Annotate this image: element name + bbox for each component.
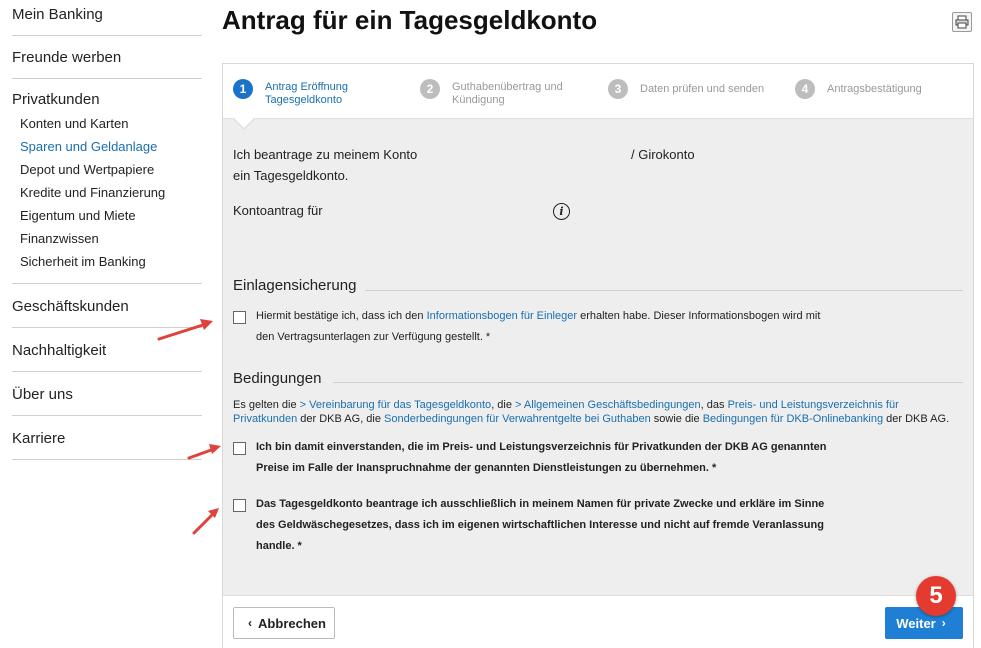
step-1-number: 1 [233, 79, 253, 99]
eigene-rechnung-line1: Das Tagesgeldkonto beantrage ich ausschl… [256, 498, 825, 510]
eigene-rechnung-text: Das Tagesgeldkonto beantrage ich ausschl… [256, 494, 824, 557]
eigene-rechnung-line3: handle. * [256, 540, 302, 552]
cancel-button[interactable]: ‹ Abbrechen [233, 607, 335, 639]
section-einlagensicherung-heading: Einlagensicherung [233, 277, 357, 294]
link-preisverzeichnis-privatkunden[interactable]: Privatkunden [233, 413, 297, 425]
step-3-label: Daten prüfen und senden [640, 83, 765, 95]
step-badge: 5 [916, 576, 956, 616]
nav-item-sicherheit-banking[interactable]: Sicherheit im Banking [12, 250, 202, 273]
nav-freunde-werben[interactable]: Freunde werben [12, 36, 202, 79]
einlagensicherung-text-line2: den Vertragsunterlagen zur Verfügung ges… [256, 331, 491, 343]
nav-item-finanzwissen[interactable]: Finanzwissen [12, 227, 202, 250]
kontoantrag-label: Kontoantrag für [233, 203, 323, 218]
bedingungen-paragraph: Es gelten die > Vereinbarung für das Tag… [233, 399, 950, 425]
cancel-button-label: Abbrechen [258, 615, 326, 631]
preisverzeichnis-consent-line1: Ich bin damit einverstanden, die im Prei… [256, 441, 827, 453]
preisverzeichnis-consent-text: Ich bin damit einverstanden, die im Prei… [256, 437, 826, 479]
form-footer: ‹ Abbrechen Weiter › [223, 595, 973, 648]
nav-privatkunden[interactable]: Privatkunden [12, 91, 202, 108]
link-vereinbarung-tagesgeldkonto[interactable]: > Vereinbarung für das Tagesgeldkonto [300, 399, 492, 411]
step-2-number: 2 [420, 79, 440, 99]
print-icon[interactable] [952, 12, 972, 32]
annotation-arrow-icon [187, 444, 221, 460]
nav-group-privatkunden: Privatkunden Konten und Karten Sparen un… [12, 79, 202, 284]
section-divider [333, 382, 963, 383]
link-informationsbogen[interactable]: Informationsbogen für Einleger [427, 310, 577, 322]
intro-line2: ein Tagesgeldkonto. [233, 168, 349, 183]
page-title: Antrag für ein Tagesgeldkonto [222, 5, 598, 35]
checkbox-preisverzeichnis[interactable] [233, 442, 246, 455]
step-2-label-line2: Kündigung [452, 94, 505, 106]
sidebar-nav: Mein Banking Freunde werben Privatkunden… [12, 0, 202, 460]
step-pointer [233, 117, 255, 128]
einlagensicherung-text: Hiermit bestätige ich, dass ich den Info… [256, 306, 820, 348]
nav-item-depot-wertpapiere[interactable]: Depot und Wertpapiere [12, 158, 202, 181]
step-4-label: Antragsbestätigung [827, 83, 922, 95]
preisverzeichnis-consent-line2: Preise im Falle der Inanspruchnahme der … [256, 462, 717, 474]
nav-karriere[interactable]: Karriere [12, 416, 202, 460]
eigene-rechnung-line2: des Geldwäschegesetzes, dass ich im eige… [256, 519, 824, 531]
nav-mein-banking[interactable]: Mein Banking [12, 0, 202, 36]
chevron-right-icon: › [941, 616, 946, 630]
link-preisverzeichnis[interactable]: Preis- und Leistungsverzeichnis für [728, 399, 899, 411]
step-2-label: Guthabenübertrag und Kündigung [452, 81, 563, 107]
nav-ueber-uns[interactable]: Über uns [12, 372, 202, 416]
annotation-arrow-icon [157, 319, 213, 341]
step-4-number: 4 [795, 79, 815, 99]
nav-item-eigentum-miete[interactable]: Eigentum und Miete [12, 204, 202, 227]
link-sonderbedingungen[interactable]: Sonderbedingungen für Verwahrentgelte be… [384, 413, 651, 425]
step-3: 3 Daten prüfen und senden [608, 79, 764, 99]
link-onlinebanking-bedingungen[interactable]: Bedingungen für DKB-Onlinebanking [703, 413, 883, 425]
step-1-label-line2: Tagesgeldkonto [265, 94, 343, 106]
step-2-label-line1: Guthabenübertrag und [452, 81, 563, 93]
section-divider [365, 290, 963, 291]
annotation-arrow-icon [192, 508, 219, 535]
checkbox-eigene-rechnung[interactable] [233, 499, 246, 512]
section-bedingungen-heading: Bedingungen [233, 370, 322, 387]
nav-item-kredite-finanzierung[interactable]: Kredite und Finanzierung [12, 181, 202, 204]
checkbox-einlegerinformation[interactable] [233, 311, 246, 324]
nav-item-sparen-geldanlage[interactable]: Sparen und Geldanlage [12, 135, 202, 158]
link-agb[interactable]: > Allgemeinen Geschäftsbedingungen [515, 399, 701, 411]
step-indicator: 1 Antrag Eröffnung Tagesgeldkonto 2 Guth… [223, 64, 973, 130]
step-1-label-line1: Antrag Eröffnung [265, 81, 348, 93]
info-icon[interactable]: i [553, 203, 570, 220]
next-button-label: Weiter [896, 615, 936, 631]
chevron-left-icon: ‹ [248, 616, 253, 630]
nav-item-konten-karten[interactable]: Konten und Karten [12, 112, 202, 135]
intro-girokonto: / Girokonto [631, 147, 695, 162]
step-1: 1 Antrag Eröffnung Tagesgeldkonto [233, 79, 348, 107]
intro-line1: Ich beantrage zu meinem Konto [233, 147, 418, 162]
step-3-number: 3 [608, 79, 628, 99]
step-1-label: Antrag Eröffnung Tagesgeldkonto [265, 81, 348, 107]
application-card: 1 Antrag Eröffnung Tagesgeldkonto 2 Guth… [222, 63, 974, 648]
einlagensicherung-text-line1: Hiermit bestätige ich, dass ich den Info… [256, 310, 821, 322]
step-4: 4 Antragsbestätigung [795, 79, 922, 99]
step-2: 2 Guthabenübertrag und Kündigung [420, 79, 563, 107]
